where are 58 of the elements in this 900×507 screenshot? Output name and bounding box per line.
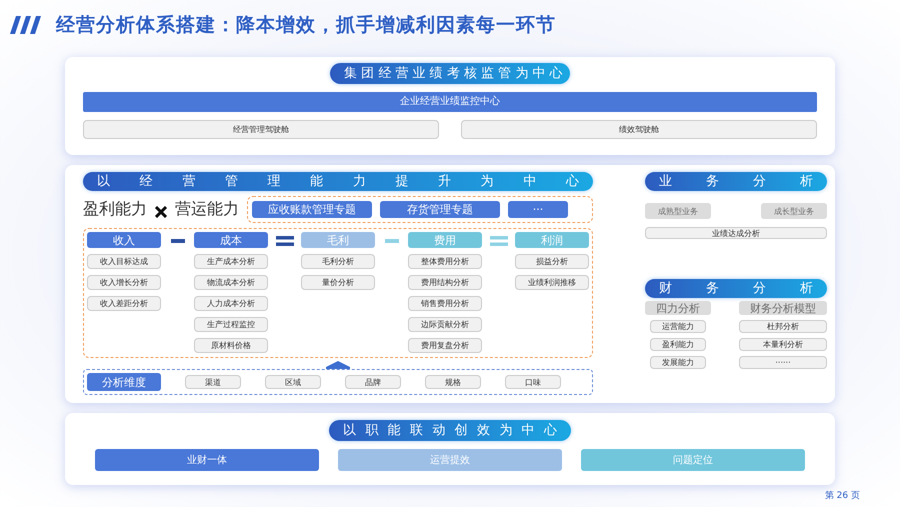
analysis-item[interactable]: 业绩达成分析 [645, 227, 827, 239]
analysis-item[interactable]: 收入目标达成 [87, 254, 161, 269]
analysis-item[interactable]: 整体费用分析 [408, 254, 482, 269]
cockpit-button[interactable]: 绩效驾驶舱 [461, 120, 817, 139]
page-title: 经营分析体系搭建：降本增效，抓手增减利因素每一环节 [56, 13, 556, 38]
analysis-item[interactable]: 费用结构分析 [408, 275, 482, 290]
analysis-item[interactable]: ······ [739, 356, 827, 369]
formula-term: 利润 [515, 232, 589, 248]
analysis-item[interactable]: 量价分析 [301, 275, 375, 290]
page-number: 第 26 页 [824, 490, 860, 502]
analysis-item[interactable]: 生产过程监控 [194, 317, 268, 332]
ability-label: 营运能力 [175, 199, 239, 220]
analysis-item[interactable]: 运营能力 [650, 320, 706, 333]
dimension-item[interactable]: 渠道 [185, 375, 241, 389]
function-button[interactable]: 业财一体 [95, 449, 319, 471]
business-type: 成长型业务 [761, 203, 827, 219]
formula-term: 成本 [194, 232, 268, 248]
section-heading: 以 经 营 管 理 能 力 提 升 为 中 心 [83, 172, 593, 191]
analysis-item[interactable]: 本量利分析 [739, 338, 827, 351]
analysis-item[interactable]: 杜邦分析 [739, 320, 827, 333]
group-label: 四力分析 [645, 301, 711, 315]
section-heading: 财 务 分 析 [645, 279, 827, 298]
dimension-item[interactable]: 规格 [425, 375, 481, 389]
topic-button[interactable]: ··· [508, 201, 568, 218]
section-heading: 集 团 经 营 业 绩 考 核 监 管 为 中 心 [330, 63, 570, 84]
analysis-item[interactable]: 人力成本分析 [194, 296, 268, 311]
formula-term: 费用 [408, 232, 482, 248]
group-label: 财务分析模型 [739, 301, 827, 315]
analysis-item[interactable]: 损益分析 [515, 254, 589, 269]
analysis-item[interactable]: 生产成本分析 [194, 254, 268, 269]
analysis-item[interactable]: 收入增长分析 [87, 275, 161, 290]
ability-label: 盈利能力 [83, 199, 147, 220]
analysis-item[interactable]: 边际贡献分析 [408, 317, 482, 332]
multiply-icon [155, 206, 167, 218]
topic-button[interactable]: 应收账款管理专题 [252, 201, 372, 218]
slashes-icon [10, 16, 42, 34]
dimension-item[interactable]: 品牌 [345, 375, 401, 389]
monitor-center-bar: 企业经营业绩监控中心 [83, 92, 817, 112]
cockpit-button[interactable]: 经营管理驾驶舱 [83, 120, 439, 139]
section-heading: 以 职 能 联 动 创 效 为 中 心 [329, 420, 571, 441]
analysis-item[interactable]: 费用复盘分析 [408, 338, 482, 353]
business-type: 成熟型业务 [645, 203, 711, 219]
section-heading: 业 务 分 析 [645, 172, 827, 191]
formula-term: 收入 [87, 232, 161, 248]
analysis-item[interactable]: 原材料价格 [194, 338, 268, 353]
analysis-item[interactable]: 毛利分析 [301, 254, 375, 269]
dimension-item[interactable]: 区域 [265, 375, 321, 389]
analysis-item[interactable]: 盈利能力 [650, 338, 706, 351]
analysis-item[interactable]: 发展能力 [650, 356, 706, 369]
formula-term: 毛利 [301, 232, 375, 248]
dimension-label: 分析维度 [87, 373, 161, 391]
analysis-item[interactable]: 销售费用分析 [408, 296, 482, 311]
analysis-item[interactable]: 收入差距分析 [87, 296, 161, 311]
dimension-item[interactable]: 口味 [505, 375, 561, 389]
up-arrow-icon [326, 361, 350, 369]
topic-button[interactable]: 存货管理专题 [380, 201, 500, 218]
analysis-item[interactable]: 业绩利润推移 [515, 275, 589, 290]
analysis-item[interactable]: 物流成本分析 [194, 275, 268, 290]
